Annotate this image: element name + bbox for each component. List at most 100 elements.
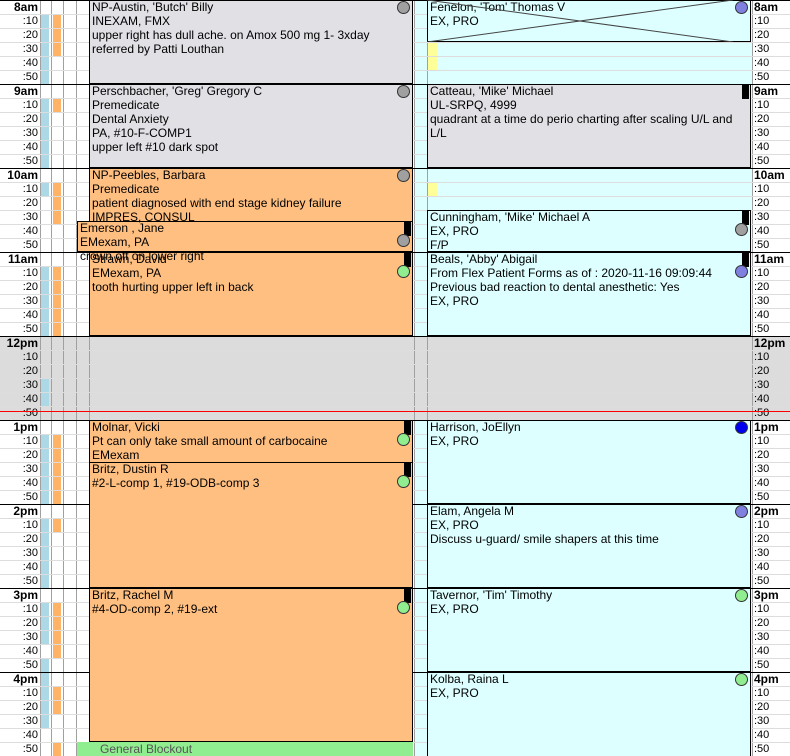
- appointment-note: F/P: [430, 238, 449, 252]
- minute-label-left: :20: [22, 113, 38, 125]
- appointment-note: From Flex Patient Forms as of : 2020-11-…: [430, 266, 712, 280]
- patient-name: Beals, 'Abby' Abigail: [430, 252, 538, 266]
- side-mark-blue: [41, 659, 49, 672]
- minute-label-right: :10: [754, 351, 770, 363]
- minute-label-left: :10: [22, 183, 38, 195]
- appointment-note: EX, PRO: [430, 518, 479, 532]
- side-mark-blue: [41, 519, 49, 532]
- hour-label-right: 4pm: [754, 672, 779, 686]
- side-mark-orange: [53, 99, 61, 112]
- hour-label-left: 1pm: [13, 420, 38, 434]
- side-mark-orange: [53, 29, 61, 42]
- minute-label-right: :20: [754, 113, 770, 125]
- patient-name: Britz, Rachel M: [92, 588, 174, 602]
- patient-name: Emerson , Jane: [80, 221, 165, 236]
- minute-label-left: :30: [22, 127, 38, 139]
- appointment-note: #4-OD-comp 2, #19-ext: [92, 602, 218, 616]
- side-mark-orange: [53, 519, 61, 532]
- minute-label-right: :50: [754, 575, 770, 587]
- slot-line: [0, 350, 790, 351]
- status-dot-icon[interactable]: [397, 1, 410, 14]
- hour-label-right: 9am: [754, 84, 779, 98]
- side-mark-blue: [41, 379, 49, 392]
- side-mark-blue: [41, 57, 49, 70]
- side-mark-blue: [41, 449, 49, 462]
- side-mark-orange: [53, 603, 61, 616]
- side-mark-orange: [53, 701, 61, 714]
- status-dot-icon[interactable]: [397, 265, 410, 278]
- side-mark-orange: [53, 197, 61, 210]
- status-dot-icon[interactable]: [397, 601, 410, 614]
- minute-label-left: :30: [22, 43, 38, 55]
- appointment-note: EX, PRO: [430, 294, 479, 308]
- provider-gap-mark: [428, 43, 437, 56]
- slot-line: [0, 392, 790, 393]
- minute-label-right: :40: [754, 561, 770, 573]
- minute-label-left: :40: [22, 645, 38, 657]
- appointment-note: EX, PRO: [430, 686, 479, 700]
- current-time-line: [0, 411, 790, 412]
- broken-appointment-icon: [427, 0, 733, 42]
- minute-label-right: :50: [754, 743, 770, 755]
- slot-line: [0, 378, 790, 379]
- slot-line: [0, 406, 790, 407]
- side-mark-blue: [41, 687, 49, 700]
- status-dot-icon[interactable]: [735, 265, 748, 278]
- minute-label-left: :50: [22, 659, 38, 671]
- status-dot-icon[interactable]: [735, 1, 748, 14]
- patient-name: Perschbacher, 'Greg' Gregory C: [92, 84, 262, 98]
- minute-label-right: :10: [754, 15, 770, 27]
- minute-label-right: :30: [754, 631, 770, 643]
- side-mark-orange: [53, 281, 61, 294]
- minute-label-right: :10: [754, 687, 770, 699]
- minute-label-right: :20: [754, 281, 770, 293]
- patient-name: Elam, Angela M: [430, 504, 515, 518]
- minute-label-right: :30: [754, 211, 770, 223]
- minute-label-right: :20: [754, 365, 770, 377]
- appointment-flag-icon: [742, 85, 749, 99]
- side-mark-orange: [53, 323, 61, 336]
- minute-label-left: :50: [22, 743, 38, 755]
- minute-label-right: :10: [754, 267, 770, 279]
- status-dot-icon[interactable]: [735, 673, 748, 686]
- minute-label-right: :30: [754, 715, 770, 727]
- side-mark-orange: [53, 449, 61, 462]
- minute-label-right: :50: [754, 239, 770, 251]
- minute-label-right: :20: [754, 449, 770, 461]
- provider-gap-mark: [428, 57, 437, 70]
- status-dot-icon[interactable]: [735, 589, 748, 602]
- hour-line: [0, 336, 790, 337]
- hour-label-right: 8am: [754, 0, 779, 14]
- minute-label-left: :30: [22, 463, 38, 475]
- side-mark-blue: [41, 71, 49, 84]
- appointment-note: EX, PRO: [430, 434, 479, 448]
- side-mark-blue: [41, 603, 49, 616]
- status-dot-icon[interactable]: [735, 421, 748, 434]
- side-mark-blue: [41, 477, 49, 490]
- minute-label-left: :10: [22, 519, 38, 531]
- status-dot-icon[interactable]: [397, 85, 410, 98]
- status-dot-icon[interactable]: [397, 475, 410, 488]
- minute-label-left: :30: [22, 379, 38, 391]
- side-mark-blue: [41, 617, 49, 630]
- side-mark-orange: [53, 43, 61, 56]
- minute-label-left: :50: [22, 155, 38, 167]
- minute-label-right: :30: [754, 463, 770, 475]
- status-dot-icon[interactable]: [735, 505, 748, 518]
- status-dot-icon[interactable]: [735, 223, 748, 236]
- minute-label-left: :20: [22, 365, 38, 377]
- minute-label-right: :10: [754, 99, 770, 111]
- minute-label-left: :40: [22, 477, 38, 489]
- status-dot-icon[interactable]: [397, 433, 410, 446]
- hour-label-right: 3pm: [754, 588, 779, 602]
- appointment-schedule-grid[interactable]: 8am 8am:10:10:20:20:30:30:40:40:50:50 9am 9…: [0, 0, 790, 756]
- side-mark-blue: [41, 393, 49, 406]
- minute-label-left: :40: [22, 225, 38, 237]
- appointment-note: PA, #10-F-COMP1: [92, 126, 192, 140]
- side-mark-orange: [53, 211, 61, 224]
- side-mark-blue: [41, 15, 49, 28]
- side-mark-orange: [53, 645, 61, 658]
- side-mark-blue: [41, 267, 49, 280]
- status-dot-icon[interactable]: [397, 169, 410, 182]
- appointment-note: upper left #10 dark spot: [92, 140, 219, 154]
